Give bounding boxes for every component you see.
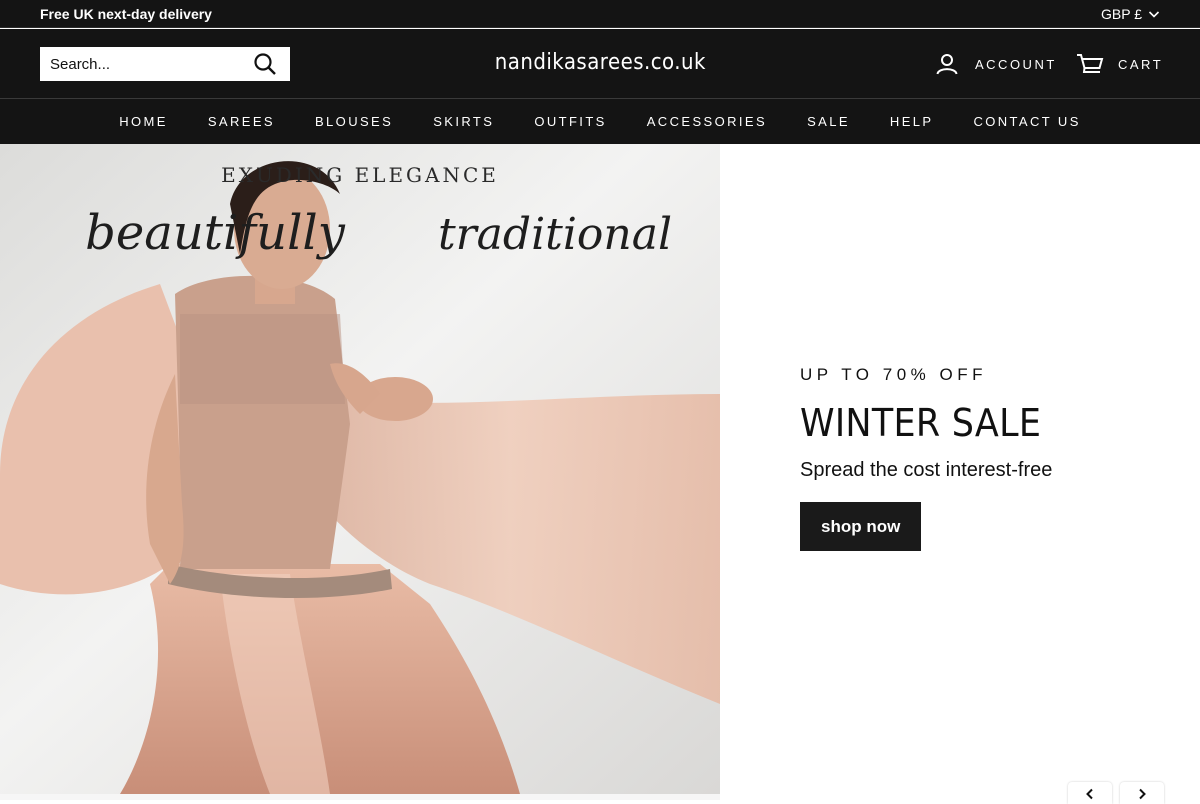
search-input[interactable] [40, 47, 240, 81]
site-header: nandikasarees.co.uk ACCOUNT CART [0, 29, 1200, 99]
slider-next-button[interactable] [1120, 782, 1164, 804]
announcement-bar: Free UK next-day delivery GBP £ [0, 0, 1200, 28]
nav-contact-us[interactable]: CONTACT US [953, 114, 1100, 129]
chevron-right-icon [1139, 788, 1146, 800]
user-icon [936, 54, 958, 75]
hero-kicker: UP TO 70% OFF [800, 365, 987, 384]
search-form [40, 47, 290, 81]
account-label: ACCOUNT [975, 56, 1057, 72]
hero-illustration: EXUDING ELEGANCE beautifully traditional [0, 144, 720, 794]
chevron-down-icon [1148, 11, 1160, 18]
cart-icon [1077, 54, 1104, 73]
hero-text-block: UP TO 70% OFF WINTER SALE Spread the cos… [800, 365, 1180, 551]
nav-help[interactable]: HELP [870, 114, 954, 129]
nav-home[interactable]: HOME [99, 114, 188, 129]
shop-now-button[interactable]: shop now [800, 502, 922, 551]
hero-bottom-strip [0, 794, 720, 800]
announcement-text: Free UK next-day delivery [40, 6, 212, 22]
nav-sale[interactable]: SALE [787, 114, 870, 129]
currency-selector[interactable]: GBP £ [1101, 0, 1160, 28]
currency-label: GBP £ [1101, 6, 1142, 22]
hero-image-title: EXUDING ELEGANCE [221, 163, 499, 187]
cart-label: CART [1118, 56, 1164, 72]
cart-link[interactable]: CART [1076, 51, 1163, 77]
hero-image-script-left: beautifully [85, 205, 346, 261]
chevron-left-icon [1086, 788, 1093, 800]
hero-banner-image[interactable]: EXUDING ELEGANCE beautifully traditional [0, 144, 720, 794]
hero-headline: WINTER SALE [800, 401, 1042, 445]
nav-outfits[interactable]: OUTFITS [514, 114, 626, 129]
hero-subtext: Spread the cost interest-free [800, 459, 1053, 481]
search-button[interactable] [240, 47, 290, 81]
slider-controls [1068, 782, 1164, 804]
nav-sarees[interactable]: SAREES [188, 114, 295, 129]
account-link[interactable]: ACCOUNT [935, 51, 1057, 77]
hero-image-script-right: traditional [438, 209, 672, 260]
search-icon [254, 53, 276, 75]
nav-blouses[interactable]: BLOUSES [295, 114, 413, 129]
main-nav: HOME SAREES BLOUSES SKIRTS OUTFITS ACCES… [0, 99, 1200, 144]
site-logo[interactable]: nandikasarees.co.uk [494, 50, 705, 75]
nav-accessories[interactable]: ACCESSORIES [627, 114, 787, 129]
slider-prev-button[interactable] [1068, 782, 1112, 804]
nav-skirts[interactable]: SKIRTS [413, 114, 514, 129]
